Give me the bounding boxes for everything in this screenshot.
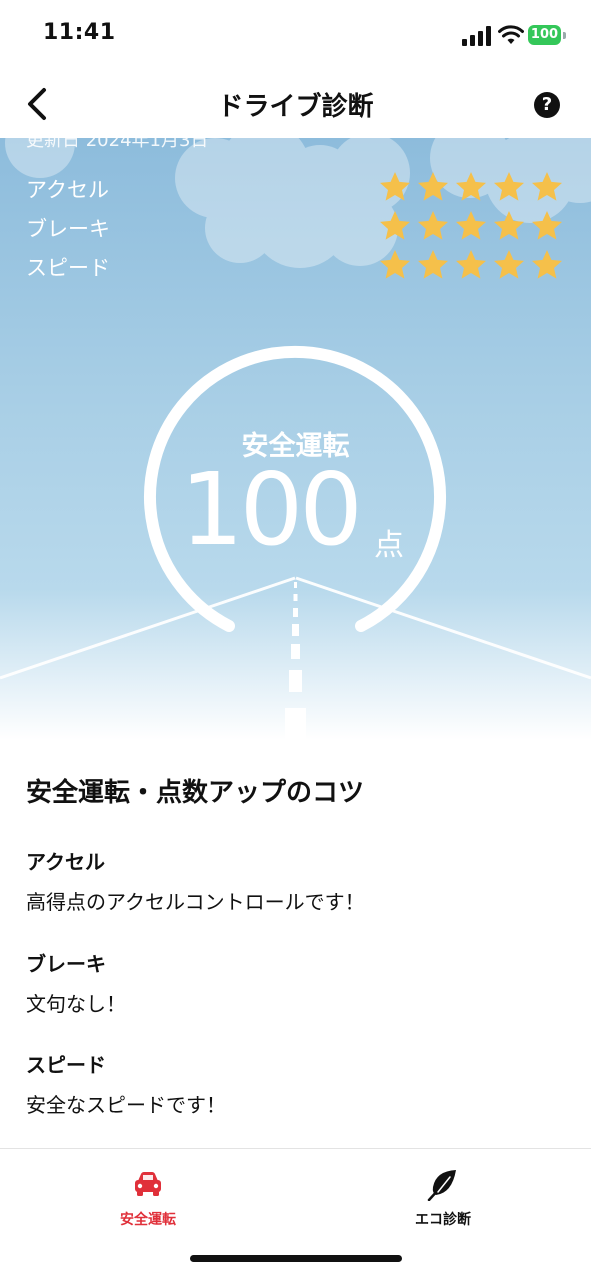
battery-level: 100 bbox=[528, 25, 561, 45]
page-title: ドライブ診断 bbox=[217, 92, 374, 122]
star-icon bbox=[380, 250, 410, 279]
star-icon bbox=[380, 172, 410, 201]
star-icon bbox=[494, 250, 524, 279]
score-unit: 点 bbox=[374, 528, 404, 563]
star-rating bbox=[378, 248, 568, 282]
rating-label: ブレーキ bbox=[26, 217, 110, 241]
tab-eco[interactable]: エコ診断 bbox=[343, 1163, 543, 1233]
star-icon bbox=[418, 250, 448, 279]
rating-label: スピード bbox=[26, 256, 110, 280]
rating-label: アクセル bbox=[26, 178, 109, 202]
signal-icon bbox=[462, 26, 491, 46]
tab-label: エコ診断 bbox=[415, 1212, 471, 1228]
tip-heading-accel: アクセル bbox=[26, 850, 105, 874]
star-icon bbox=[456, 250, 486, 279]
car-icon bbox=[135, 1172, 161, 1196]
star-icon bbox=[532, 211, 562, 240]
home-indicator bbox=[190, 1255, 402, 1262]
wifi-icon bbox=[498, 25, 524, 44]
tip-body-speed: 安全なスピードです！ bbox=[26, 1093, 226, 1117]
help-icon[interactable]: ? bbox=[534, 92, 560, 118]
star-icon bbox=[494, 211, 524, 240]
tip-body-accel: 高得点のアクセルコントロールです！ bbox=[26, 890, 365, 914]
star-rating bbox=[378, 209, 568, 243]
star-icon bbox=[418, 211, 448, 240]
tips-title: 安全運転・点数アップのコツ bbox=[26, 778, 365, 808]
score-value: 100 bbox=[180, 451, 363, 568]
star-icon bbox=[494, 172, 524, 201]
rating-row-accel: アクセル bbox=[26, 170, 566, 204]
star-icon bbox=[532, 250, 562, 279]
status-time: 11:41 bbox=[43, 20, 116, 45]
rating-row-speed: スピード bbox=[26, 248, 566, 282]
status-bar: 11:41 100 bbox=[0, 0, 591, 70]
leaf-icon bbox=[427, 1170, 456, 1201]
tab-safe-driving[interactable]: 安全運転 bbox=[48, 1163, 248, 1233]
star-rating bbox=[378, 170, 568, 204]
star-icon bbox=[532, 172, 562, 201]
updated-date: 更新日 2024年1月3日 bbox=[26, 138, 209, 151]
battery-icon: 100 bbox=[528, 25, 566, 47]
star-icon bbox=[418, 172, 448, 201]
nav-bar: ドライブ診断 ? bbox=[0, 70, 591, 138]
star-icon bbox=[456, 172, 486, 201]
star-icon bbox=[456, 211, 486, 240]
tip-heading-speed: スピード bbox=[26, 1053, 106, 1077]
rating-row-brake: ブレーキ bbox=[26, 209, 566, 243]
star-icon bbox=[380, 211, 410, 240]
tip-heading-brake: ブレーキ bbox=[26, 952, 106, 976]
tip-body-brake: 文句なし！ bbox=[26, 992, 126, 1016]
tab-label: 安全運転 bbox=[120, 1212, 176, 1228]
score-hero: 更新日 2024年1月3日 アクセル ブレーキ スピード 安全運転 100 点 bbox=[0, 138, 591, 740]
